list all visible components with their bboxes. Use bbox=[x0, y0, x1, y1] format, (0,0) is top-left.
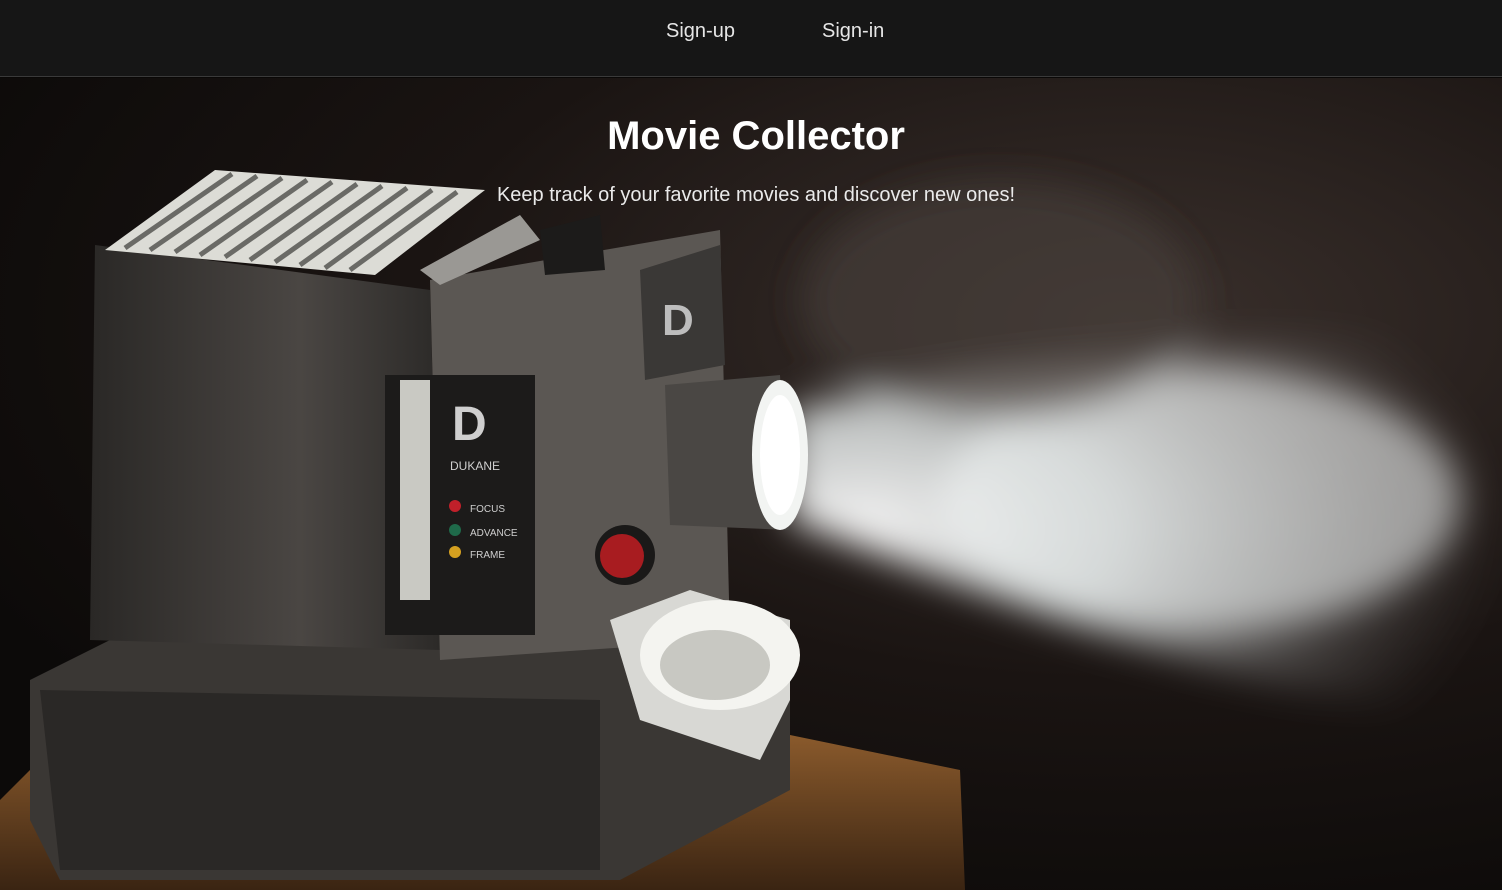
signin-link[interactable]: Sign-in bbox=[822, 20, 884, 43]
top-navbar: Sign-up Sign-in bbox=[0, 0, 1502, 77]
svg-text:DUKANE: DUKANE bbox=[450, 459, 500, 473]
projector-lens bbox=[665, 375, 808, 530]
svg-text:D: D bbox=[662, 296, 694, 345]
signup-link[interactable]: Sign-up bbox=[666, 20, 735, 43]
hero-subtitle: Keep track of your favorite movies and d… bbox=[496, 184, 1016, 206]
svg-text:FOCUS: FOCUS bbox=[470, 504, 505, 515]
svg-text:FRAME: FRAME bbox=[470, 550, 505, 561]
svg-text:ADVANCE: ADVANCE bbox=[470, 528, 518, 539]
svg-text:D: D bbox=[452, 398, 487, 451]
hero-banner: D DUKANE FOCUS ADVANCE FRAME D Movie Col… bbox=[0, 78, 1502, 890]
hero-title: Movie Collector bbox=[607, 114, 905, 158]
light-beam bbox=[790, 180, 1502, 720]
dukane-panel: D DUKANE FOCUS ADVANCE FRAME bbox=[385, 375, 535, 635]
